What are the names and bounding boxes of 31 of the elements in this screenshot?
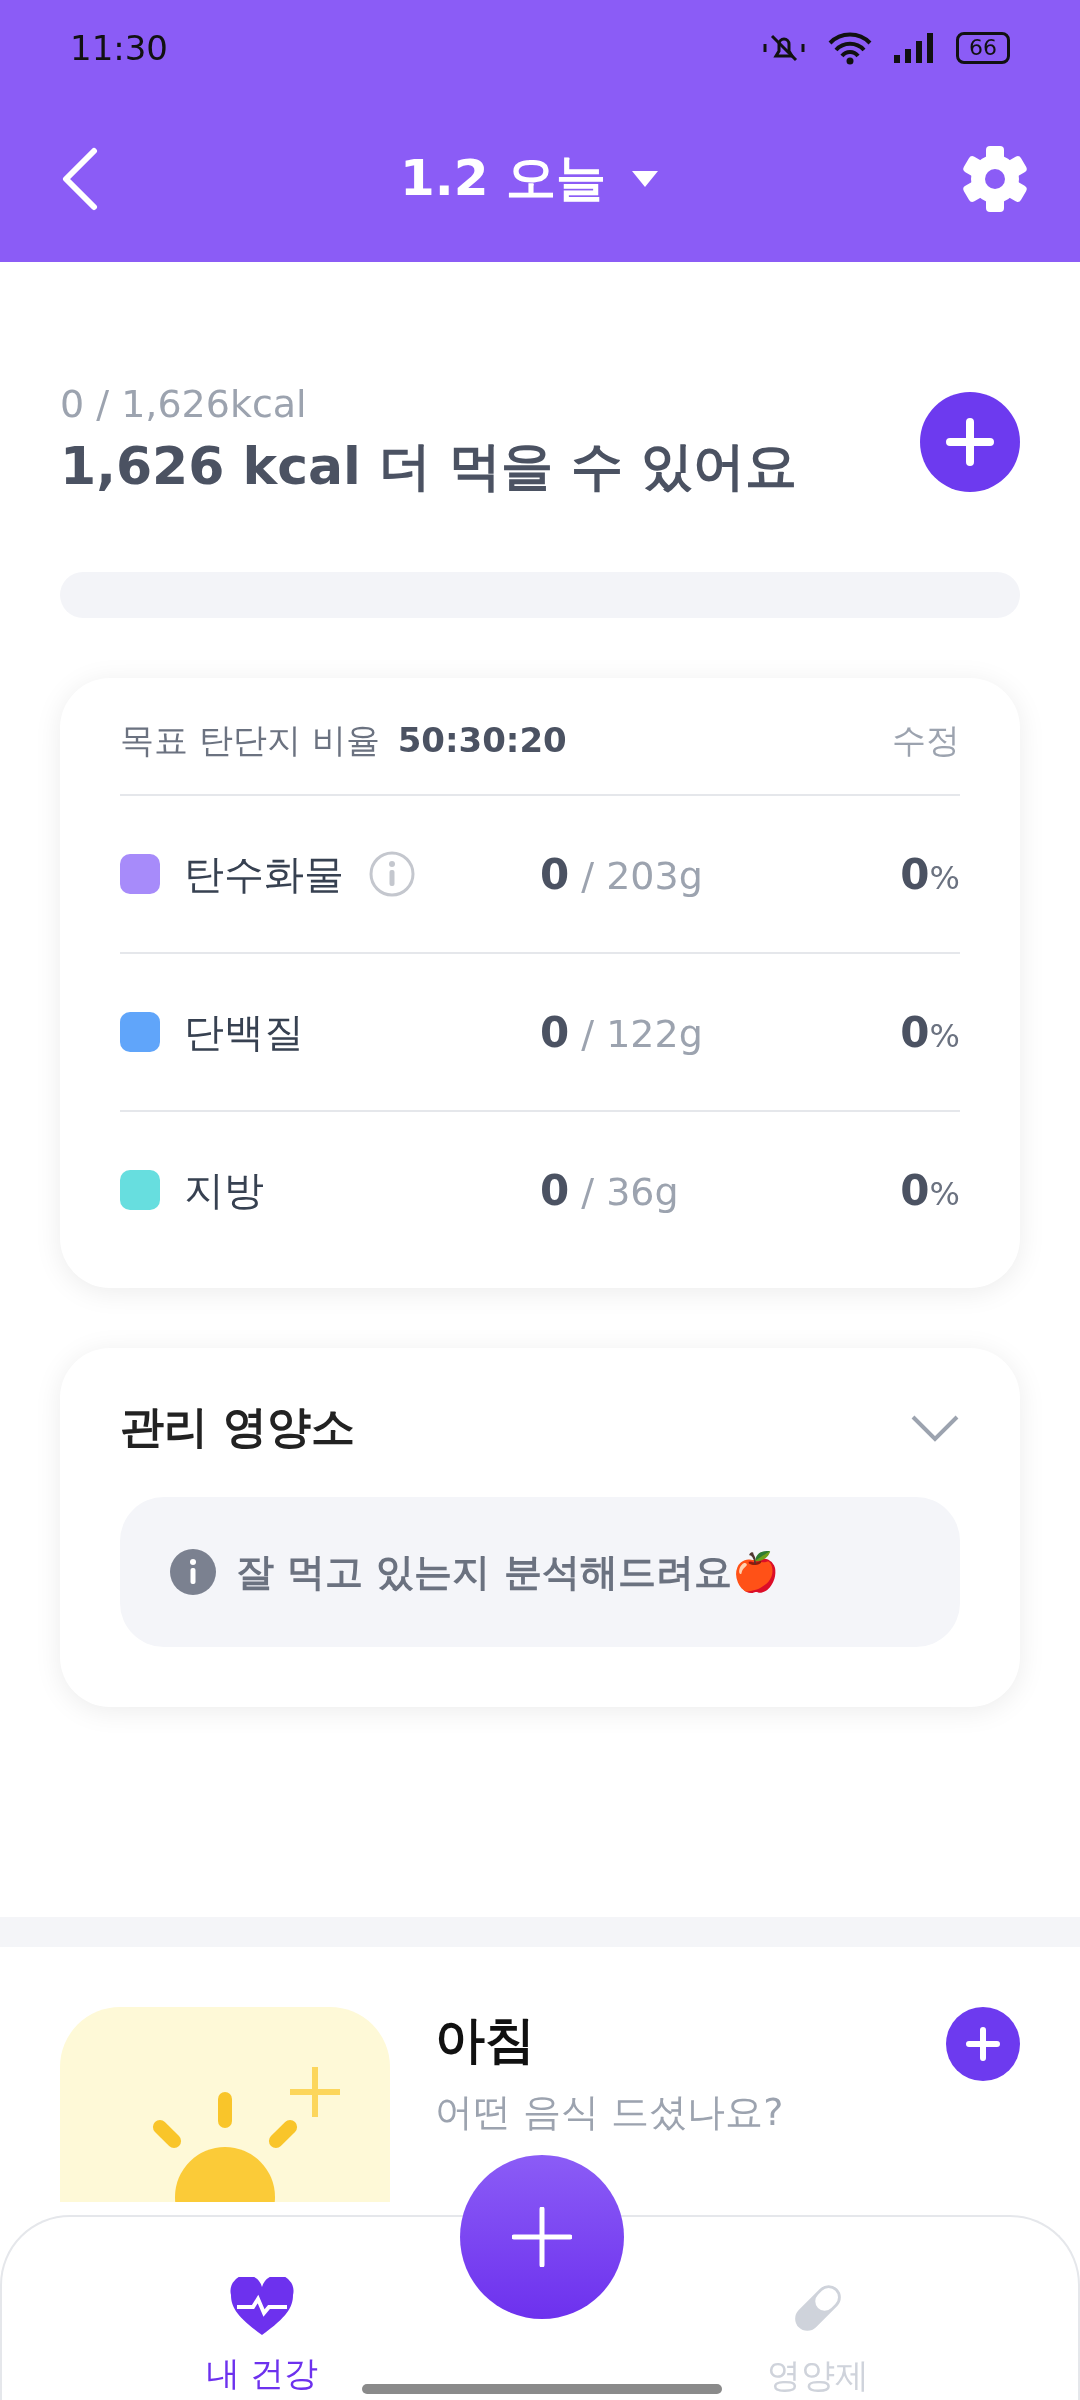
plus-icon — [945, 417, 995, 467]
signal-icon — [894, 32, 934, 63]
kcal-remaining-headline: 1,626 kcal 더 먹을 수 있어요 — [60, 435, 798, 498]
macro-amount: 0 / 36g — [540, 1169, 679, 1214]
wifi-icon — [828, 30, 872, 65]
macro-percent: 0% — [900, 1165, 960, 1215]
edit-button[interactable]: 수정 — [892, 718, 960, 764]
battery-level: 66 — [956, 31, 1010, 64]
back-icon[interactable] — [60, 146, 100, 211]
macro-amount: 0 / 203g — [540, 853, 703, 898]
settings-icon[interactable] — [960, 143, 1030, 214]
nav-tab[interactable]: 내 건강 — [162, 2217, 362, 2400]
macro-percent: 0% — [900, 849, 960, 899]
notice-text: 잘 먹고 있는지 분석해드려요🍎 — [236, 1548, 779, 1596]
meal-title: 아침 — [435, 2010, 535, 2071]
macro-name: 단백질 — [184, 1007, 304, 1057]
plus-icon — [512, 2207, 572, 2267]
macro-percent: 0% — [900, 1007, 960, 1057]
status-time: 11:30 — [70, 27, 168, 68]
plus-icon — [965, 2026, 1001, 2062]
info-icon — [170, 1549, 216, 1595]
macro-name: 지방 — [184, 1165, 264, 1215]
ratio-label: 목표 탄단지 비율 50:30:20 — [120, 719, 567, 762]
dropdown-caret-icon[interactable] — [630, 168, 660, 189]
section-title: 관리 영양소 — [120, 1400, 356, 1454]
date-title[interactable]: 1.2 오늘 — [400, 145, 606, 212]
macro-amount: 0 / 122g — [540, 1011, 703, 1056]
kcal-consumed: 0 / 1,626kcal — [60, 382, 308, 426]
meal-prompt: 어떤 음식 드셨나요? — [435, 2089, 785, 2136]
heart-pulse-icon — [229, 2277, 295, 2337]
macro-name: 탄수화물 — [184, 849, 344, 899]
